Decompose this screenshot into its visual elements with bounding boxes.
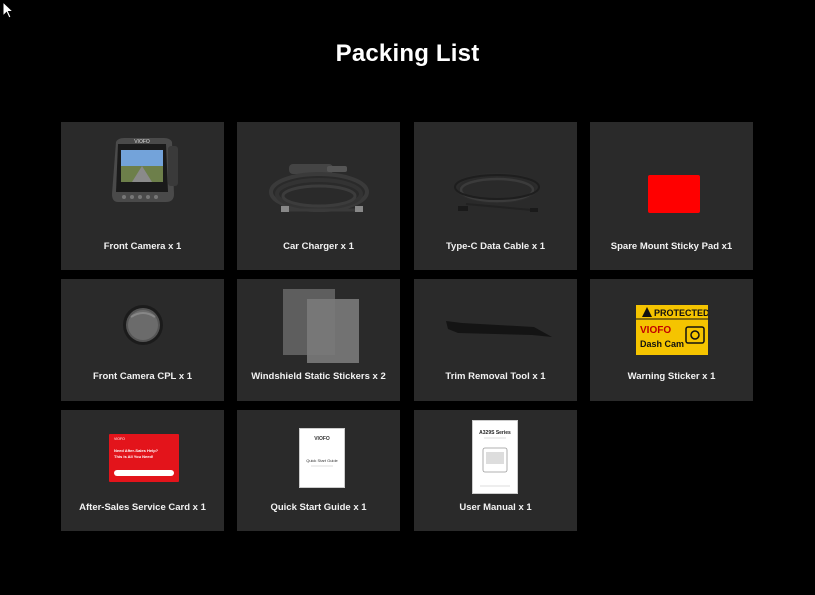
- user-manual-icon: A329S Series: [472, 420, 518, 494]
- warning-sticker-icon: PROTECTED VIOFO Dash Cam: [636, 305, 708, 355]
- item-card-sticky-pad: Spare Mount Sticky Pad x1: [590, 122, 753, 270]
- svg-text:This is All You Need!: This is All You Need!: [114, 454, 153, 459]
- svg-text:PROTECTED: PROTECTED: [654, 308, 708, 318]
- item-label: Quick Start Guide x 1: [270, 502, 367, 513]
- sticky-pad-icon: [648, 175, 700, 213]
- static-stickers-icon: [283, 289, 359, 363]
- item-label: Warning Sticker x 1: [627, 371, 716, 382]
- svg-text:VIOFO: VIOFO: [640, 325, 671, 336]
- item-card-cpl: Front Camera CPL x 1: [61, 279, 224, 401]
- item-label: Spare Mount Sticky Pad x1: [610, 241, 733, 252]
- data-cable-icon: [454, 172, 540, 212]
- svg-text:Dash Cam: Dash Cam: [640, 339, 684, 349]
- item-card-service-card: VIOFO Need After-Sales Help? This is All…: [61, 410, 224, 531]
- quick-start-guide-icon: VIOFO Quick Start Guide: [299, 428, 345, 488]
- item-label: Type-C Data Cable x 1: [445, 241, 546, 252]
- car-charger-icon: [269, 164, 369, 212]
- svg-text:VIOFO: VIOFO: [134, 139, 150, 145]
- item-card-car-charger: Car Charger x 1: [237, 122, 400, 270]
- item-card-quick-start-guide: VIOFO Quick Start Guide Quick Start Guid…: [237, 410, 400, 531]
- item-label: Car Charger x 1: [283, 241, 354, 252]
- item-label: Front Camera x 1: [103, 241, 182, 252]
- dash-camera-icon: VIOFO: [112, 138, 178, 202]
- svg-text:Need After-Sales Help?: Need After-Sales Help?: [114, 448, 159, 453]
- cpl-filter-icon: [123, 305, 163, 345]
- page-title: Packing List: [335, 40, 480, 67]
- item-card-warning-sticker: PROTECTED VIOFO Dash Cam Warning Sticker…: [590, 279, 753, 401]
- item-label: User Manual x 1: [459, 502, 532, 513]
- svg-text:VIOFO: VIOFO: [314, 436, 330, 442]
- item-label: Front Camera CPL x 1: [92, 371, 193, 382]
- item-label: Trim Removal Tool x 1: [445, 371, 546, 382]
- item-label: Windshield Static Stickers x 2: [251, 371, 386, 382]
- svg-text:Quick Start Guide: Quick Start Guide: [306, 458, 338, 463]
- service-card-icon: VIOFO Need After-Sales Help? This is All…: [109, 434, 179, 482]
- item-card-user-manual: A329S Series User Manual x 1: [414, 410, 577, 531]
- trim-tool-icon: [446, 321, 552, 337]
- item-card-static-stickers: Windshield Static Stickers x 2: [237, 279, 400, 401]
- item-card-data-cable: Type-C Data Cable x 1: [414, 122, 577, 270]
- svg-text:A329S Series: A329S Series: [479, 430, 511, 436]
- item-card-front-camera: VIOFO Front Camera x 1: [61, 122, 224, 270]
- item-card-trim-tool: Trim Removal Tool x 1: [414, 279, 577, 401]
- mouse-cursor-icon: [2, 1, 14, 19]
- svg-text:VIOFO: VIOFO: [114, 437, 125, 441]
- item-label: After-Sales Service Card x 1: [79, 502, 206, 513]
